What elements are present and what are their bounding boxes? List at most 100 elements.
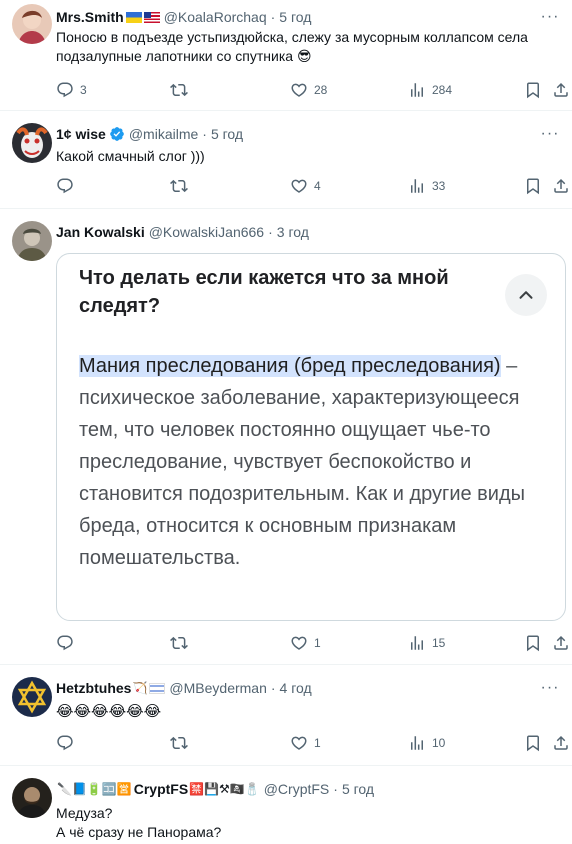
- like-icon: [290, 177, 308, 195]
- reply-icon: [56, 81, 74, 99]
- like-count: 1: [314, 636, 321, 650]
- reply-button[interactable]: 3: [56, 80, 87, 100]
- tweet[interactable]: Hetzbtuhes 🏹 @MBeyderman · 4 год ··· 😂😂😂…: [0, 665, 572, 765]
- share-icon: [552, 734, 570, 752]
- retweet-button[interactable]: [170, 633, 194, 653]
- views-button[interactable]: 33: [408, 176, 445, 196]
- verified-icon: [109, 126, 125, 142]
- share-button[interactable]: [552, 176, 570, 196]
- chevron-up-icon[interactable]: [505, 274, 547, 316]
- avatar[interactable]: [12, 778, 52, 818]
- avatar[interactable]: [12, 221, 52, 261]
- display-name[interactable]: Hetzbtuhes: [56, 679, 131, 697]
- share-icon: [552, 634, 570, 652]
- timestamp[interactable]: 4 год: [280, 679, 312, 697]
- display-name[interactable]: Mrs.Smith: [56, 8, 124, 26]
- bookmark-button[interactable]: [524, 733, 542, 753]
- tweet-text: 😂😂😂😂😂😂: [56, 702, 556, 721]
- handle[interactable]: @MBeyderman: [169, 679, 266, 697]
- avatar[interactable]: [12, 123, 52, 163]
- share-button[interactable]: [552, 633, 570, 653]
- more-icon[interactable]: ···: [538, 8, 562, 26]
- tweet-header: Mrs.Smith @KoalaRorchaq · 5 год: [56, 8, 311, 26]
- reply-icon: [56, 734, 74, 752]
- like-button[interactable]: 4: [290, 176, 321, 196]
- views-count: 10: [432, 736, 446, 750]
- views-button[interactable]: 15: [408, 633, 445, 653]
- tweet-header: Hetzbtuhes 🏹 @MBeyderman · 4 год: [56, 679, 312, 697]
- like-count: 4: [314, 179, 321, 193]
- like-icon: [290, 81, 308, 99]
- retweet-button[interactable]: [170, 80, 194, 100]
- handle[interactable]: @CryptFS: [264, 780, 330, 798]
- views-button[interactable]: 284: [408, 80, 452, 100]
- display-name[interactable]: 1¢ wise: [56, 125, 106, 143]
- tweet-header: Jan Kowalski @KowalskiJan666 · 3 год: [56, 223, 309, 241]
- tweet[interactable]: 1¢ wise @mikailme · 5 год ··· Какой смач…: [0, 111, 572, 208]
- retweet-button[interactable]: [170, 733, 194, 753]
- views-icon: [408, 634, 426, 652]
- tweet-text-line: А чё сразу не Панорама?: [56, 824, 222, 840]
- tweet[interactable]: Mrs.Smith @KoalaRorchaq · 5 год ··· Поно…: [0, 0, 572, 110]
- like-count: 1: [314, 736, 321, 750]
- retweet-icon: [170, 81, 188, 99]
- share-button[interactable]: [552, 80, 570, 100]
- bookmark-button[interactable]: [524, 176, 542, 196]
- reply-button[interactable]: [56, 176, 80, 196]
- bookmark-button[interactable]: [524, 633, 542, 653]
- separator: ·: [202, 126, 207, 142]
- handle[interactable]: @KowalskiJan666: [149, 223, 264, 241]
- separator: ·: [333, 781, 338, 797]
- share-icon: [552, 177, 570, 195]
- media-screenshot-card[interactable]: Что делать если кажется что за мной след…: [56, 253, 566, 621]
- tweet-text: Поносю в подъезде устьпиздюйска, слежу з…: [56, 28, 556, 66]
- retweet-icon: [170, 177, 188, 195]
- views-count: 284: [432, 83, 453, 97]
- action-bar: 3 28 284: [56, 80, 566, 100]
- like-count: 28: [314, 83, 328, 97]
- avatar[interactable]: [12, 677, 52, 717]
- more-icon[interactable]: ···: [538, 679, 562, 697]
- display-name[interactable]: Jan Kowalski: [56, 223, 145, 241]
- separator: ·: [270, 9, 276, 25]
- like-button[interactable]: 28: [290, 80, 327, 100]
- action-bar: 4 33: [56, 176, 566, 196]
- retweet-button[interactable]: [170, 176, 194, 196]
- tweet-header: 1¢ wise @mikailme · 5 год: [56, 125, 243, 143]
- timestamp[interactable]: 5 год: [211, 125, 243, 143]
- timestamp[interactable]: 5 год: [342, 780, 374, 798]
- action-bar: 1 10: [56, 733, 566, 753]
- like-button[interactable]: 1: [290, 633, 321, 653]
- timestamp[interactable]: 5 год: [279, 8, 311, 26]
- flag-israel-icon: [149, 682, 166, 694]
- retweet-icon: [170, 734, 188, 752]
- like-icon: [290, 634, 308, 652]
- views-button[interactable]: 10: [408, 733, 445, 753]
- tweet[interactable]: 🔪📘🔋🈁🈺 CryptFS 🈲💾⚒🏴‍☠️🧂 @CryptFS · 5 год …: [0, 766, 572, 844]
- handle[interactable]: @KoalaRorchaq: [164, 8, 267, 26]
- handle[interactable]: @mikailme: [129, 125, 198, 143]
- views-icon: [408, 81, 426, 99]
- action-bar: 1 15: [56, 633, 566, 653]
- views-count: 33: [432, 179, 446, 193]
- more-icon[interactable]: ···: [538, 125, 562, 143]
- like-button[interactable]: 1: [290, 733, 321, 753]
- bookmark-icon: [524, 634, 542, 652]
- timestamp[interactable]: 3 год: [277, 223, 309, 241]
- avatar[interactable]: [12, 4, 52, 44]
- reply-button[interactable]: [56, 633, 80, 653]
- display-name[interactable]: CryptFS: [134, 780, 188, 798]
- share-button[interactable]: [552, 733, 570, 753]
- tweet-text: Медуза? А чё сразу не Панорама?: [56, 804, 556, 842]
- tweet-text-line: подзалупные лапотники со спутника 😎: [56, 48, 312, 64]
- views-count: 15: [432, 636, 446, 650]
- bow-arrow-icon: 🏹: [132, 681, 148, 695]
- bookmark-button[interactable]: [524, 80, 542, 100]
- name-prefix-emojis: 🔪📘🔋🈁🈺: [57, 782, 132, 796]
- tweet-text-line: 😂😂😂😂😂😂: [56, 703, 162, 720]
- tweet[interactable]: Jan Kowalski @KowalskiJan666 · 3 год Что…: [0, 209, 572, 663]
- views-icon: [408, 734, 426, 752]
- bookmark-icon: [524, 734, 542, 752]
- reply-button[interactable]: [56, 733, 80, 753]
- separator: ·: [270, 680, 276, 696]
